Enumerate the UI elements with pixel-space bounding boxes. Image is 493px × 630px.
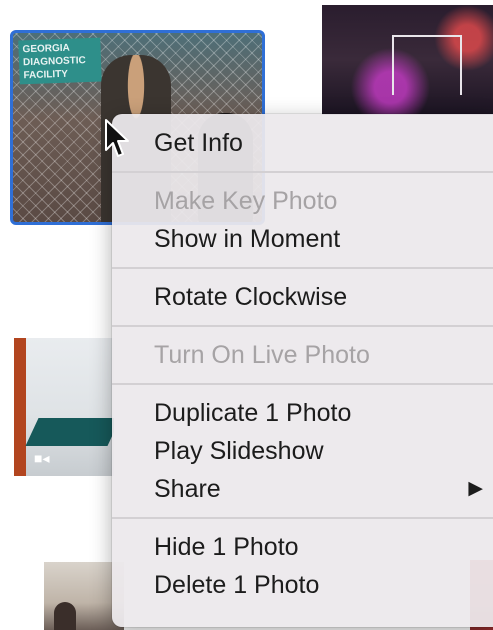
submenu-arrow-icon: ▶ bbox=[468, 478, 483, 499]
menu-separator bbox=[112, 383, 493, 385]
menu-item-delete-photo[interactable]: Delete 1 Photo bbox=[112, 566, 493, 604]
photo-tent bbox=[392, 35, 462, 95]
context-menu: Get Info Make Key Photo Show in Moment R… bbox=[112, 114, 493, 627]
photo-person bbox=[54, 602, 76, 630]
menu-item-play-slideshow[interactable]: Play Slideshow bbox=[112, 432, 493, 470]
menu-item-show-in-moment[interactable]: Show in Moment bbox=[112, 220, 493, 258]
menu-item-share[interactable]: Share ▶ bbox=[112, 470, 493, 508]
menu-item-label: Delete 1 Photo bbox=[154, 571, 320, 599]
menu-separator bbox=[112, 325, 493, 327]
menu-separator bbox=[112, 517, 493, 519]
photo-door bbox=[14, 338, 26, 476]
menu-item-make-key-photo: Make Key Photo bbox=[112, 182, 493, 220]
mouse-pointer-icon bbox=[105, 119, 129, 157]
menu-item-label: Turn On Live Photo bbox=[154, 341, 370, 369]
menu-item-label: Make Key Photo bbox=[154, 187, 338, 215]
menu-separator bbox=[112, 267, 493, 269]
menu-item-label: Share bbox=[154, 475, 221, 503]
menu-item-label: Rotate Clockwise bbox=[154, 283, 348, 311]
menu-item-label: Duplicate 1 Photo bbox=[154, 399, 352, 427]
menu-item-label: Show in Moment bbox=[154, 225, 341, 253]
menu-item-get-info[interactable]: Get Info bbox=[112, 124, 493, 162]
menu-item-hide-photo[interactable]: Hide 1 Photo bbox=[112, 528, 493, 566]
photo-table bbox=[25, 418, 114, 446]
photo-thumbnail-pingpong[interactable]: ■◂ bbox=[14, 338, 114, 476]
photo-thumbnail-party[interactable] bbox=[322, 5, 493, 115]
photo-sign: GEORGIA DIAGNOSTIC FACILITY bbox=[18, 37, 102, 85]
menu-item-label: Get Info bbox=[154, 129, 243, 157]
menu-item-turn-on-live-photo: Turn On Live Photo bbox=[112, 336, 493, 374]
menu-separator bbox=[112, 171, 493, 173]
video-camera-icon: ■◂ bbox=[34, 450, 50, 466]
menu-item-rotate-clockwise[interactable]: Rotate Clockwise bbox=[112, 278, 493, 316]
menu-item-label: Hide 1 Photo bbox=[154, 533, 299, 561]
menu-item-label: Play Slideshow bbox=[154, 437, 324, 465]
menu-item-duplicate-photo[interactable]: Duplicate 1 Photo bbox=[112, 394, 493, 432]
